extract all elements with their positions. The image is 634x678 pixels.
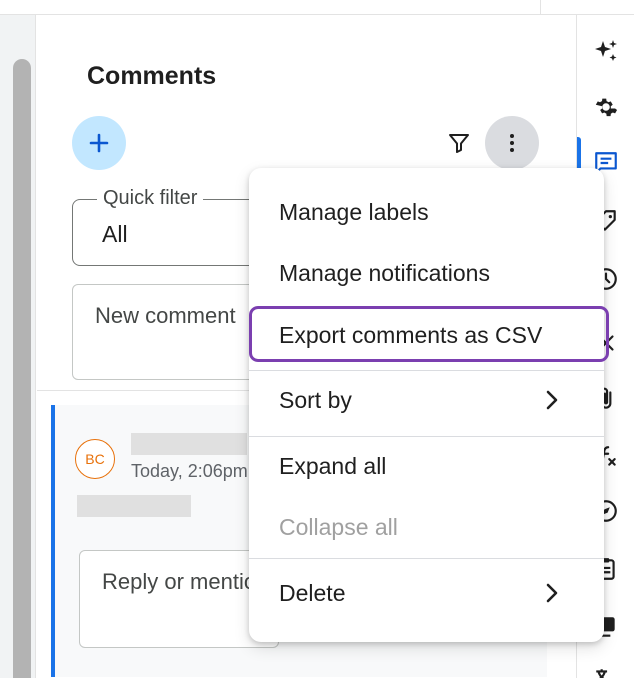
more-options-button[interactable] bbox=[485, 116, 539, 170]
filter-icon bbox=[449, 134, 469, 153]
menu-item-expand-all[interactable]: Expand all bbox=[249, 438, 604, 494]
menu-item-sort-by[interactable]: Sort by bbox=[249, 372, 604, 428]
menu-divider bbox=[249, 558, 604, 559]
quick-filter-label: Quick filter bbox=[97, 187, 204, 210]
more-vert-icon bbox=[510, 134, 514, 152]
reply-placeholder: Reply or mention bbox=[102, 569, 269, 594]
top-separator bbox=[540, 0, 541, 14]
left-gutter bbox=[0, 15, 36, 678]
comment-body-redacted bbox=[77, 495, 191, 517]
menu-item-manage-notifications[interactable]: Manage notifications bbox=[249, 245, 604, 301]
new-comment-placeholder: New comment bbox=[95, 303, 236, 328]
author-name-redacted bbox=[131, 433, 247, 455]
filter-button[interactable] bbox=[441, 125, 477, 161]
menu-item-label: Collapse all bbox=[279, 513, 398, 540]
menu-item-label: Sort by bbox=[279, 386, 352, 413]
chevron-right-icon bbox=[546, 390, 558, 410]
plus-icon bbox=[89, 133, 109, 153]
comments-options-menu: Manage labels Manage notifications Expor… bbox=[249, 168, 604, 642]
menu-divider bbox=[249, 436, 604, 437]
avatar: BC bbox=[75, 439, 115, 479]
quick-filter-value: All bbox=[102, 221, 128, 247]
translate-icon[interactable] bbox=[592, 665, 620, 678]
add-comment-button[interactable] bbox=[72, 116, 126, 170]
page-title: Comments bbox=[87, 62, 217, 90]
menu-item-label: Manage notifications bbox=[279, 259, 490, 286]
menu-item-label: Delete bbox=[279, 579, 346, 606]
gear-icon[interactable] bbox=[592, 93, 620, 121]
menu-item-collapse-all[interactable]: Collapse all bbox=[249, 499, 604, 555]
chevron-right-icon bbox=[546, 583, 558, 603]
menu-item-manage-labels[interactable]: Manage labels bbox=[249, 184, 604, 240]
menu-item-label: Manage labels bbox=[279, 198, 429, 225]
sparkle-icon[interactable] bbox=[592, 37, 620, 65]
menu-item-delete[interactable]: Delete bbox=[249, 565, 604, 621]
left-scrollbar[interactable] bbox=[13, 59, 31, 678]
menu-item-export-csv[interactable]: Export comments as CSV bbox=[249, 307, 604, 363]
comment-timestamp: Today, 2:06pm bbox=[131, 461, 248, 481]
menu-item-label: Export comments as CSV bbox=[279, 321, 543, 348]
menu-item-label: Expand all bbox=[279, 452, 387, 479]
menu-divider bbox=[249, 370, 604, 371]
